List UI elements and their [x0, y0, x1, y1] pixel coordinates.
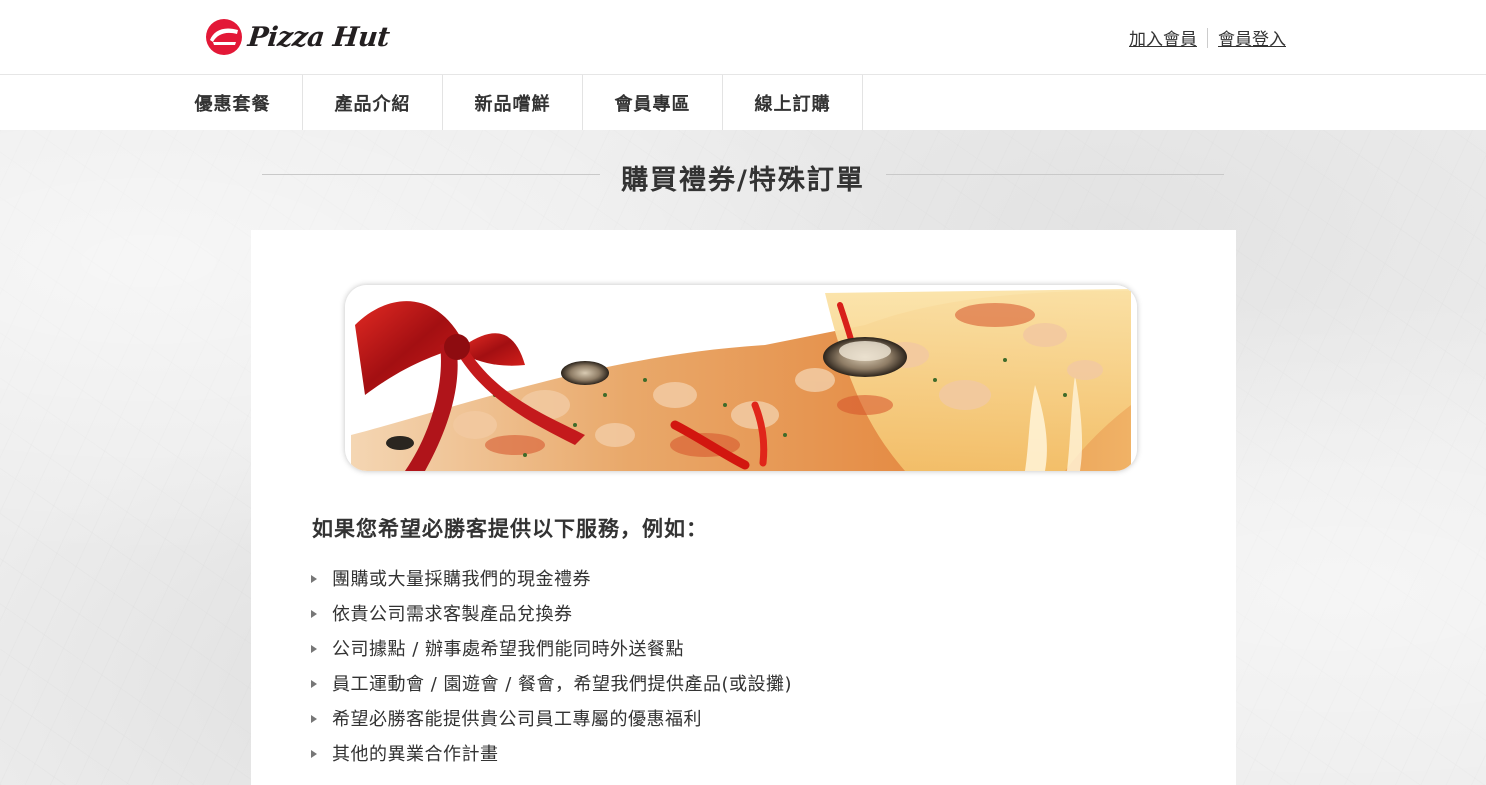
- nav-item-deals[interactable]: 優惠套餐: [163, 75, 303, 130]
- list-item: 依貴公司需求客製產品兌換券: [309, 600, 792, 635]
- nav-list: 優惠套餐 產品介紹 新品嚐鮮 會員專區 線上訂購: [163, 75, 863, 130]
- service-text: 團購或大量採購我們的現金禮券: [332, 569, 591, 590]
- list-item: 員工運動會 / 園遊會 / 餐會，希望我們提供產品(或設攤): [309, 670, 792, 705]
- page-title: 購買禮券/特殊訂單: [621, 165, 865, 196]
- triangle-bullet-icon: [311, 645, 317, 653]
- nav-item-members[interactable]: 會員專區: [583, 75, 723, 130]
- main-nav: 優惠套餐 產品介紹 新品嚐鮮 會員專區 線上訂購: [0, 75, 1486, 130]
- pizza-hut-roof-logo-icon: [206, 19, 242, 55]
- triangle-bullet-icon: [311, 680, 317, 688]
- member-login-link[interactable]: 會員登入: [1218, 25, 1286, 50]
- triangle-bullet-icon: [311, 610, 317, 618]
- triangle-bullet-icon: [311, 715, 317, 723]
- title-divider-right: [886, 174, 1224, 175]
- link-divider: [1207, 27, 1208, 48]
- service-text: 公司據點 / 辦事處希望我們能同時外送餐點: [332, 639, 685, 660]
- member-links: 加入會員 會員登入: [1129, 25, 1286, 50]
- list-item: 希望必勝客能提供貴公司員工專屬的優惠福利: [309, 705, 792, 740]
- brand-wordmark: Pizza Hut: [246, 21, 391, 53]
- gift-ribbon-pizza-banner-image: [345, 285, 1137, 471]
- content-card: 如果您希望必勝客提供以下服務，例如： 團購或大量採購我們的現金禮券 依貴公司需求…: [251, 230, 1236, 785]
- nav-item-order-online[interactable]: 線上訂購: [723, 75, 863, 130]
- brand-logo[interactable]: Pizza Hut: [204, 18, 391, 56]
- service-text: 依貴公司需求客製產品兌換券: [332, 604, 573, 625]
- service-text: 員工運動會 / 園遊會 / 餐會，希望我們提供產品(或設攤): [332, 674, 793, 695]
- site-header: Pizza Hut 加入會員 會員登入: [0, 0, 1486, 75]
- nav-item-products[interactable]: 產品介紹: [303, 75, 443, 130]
- list-item: 其他的異業合作計畫: [309, 740, 792, 775]
- list-item: 公司據點 / 辦事處希望我們能同時外送餐點: [309, 635, 792, 670]
- service-text: 希望必勝客能提供貴公司員工專屬的優惠福利: [332, 709, 702, 730]
- services-list: 團購或大量採購我們的現金禮券 依貴公司需求客製產品兌換券 公司據點 / 辦事處希…: [309, 565, 792, 775]
- services-intro: 如果您希望必勝客提供以下服務，例如：: [312, 517, 708, 541]
- join-member-link[interactable]: 加入會員: [1129, 25, 1197, 50]
- triangle-bullet-icon: [311, 750, 317, 758]
- list-item: 團購或大量採購我們的現金禮券: [309, 565, 792, 600]
- banner-illustration: [345, 285, 1137, 471]
- triangle-bullet-icon: [311, 575, 317, 583]
- page-title-section: 購買禮券/特殊訂單: [262, 152, 1224, 198]
- nav-item-new-items[interactable]: 新品嚐鮮: [443, 75, 583, 130]
- service-text: 其他的異業合作計畫: [332, 744, 499, 765]
